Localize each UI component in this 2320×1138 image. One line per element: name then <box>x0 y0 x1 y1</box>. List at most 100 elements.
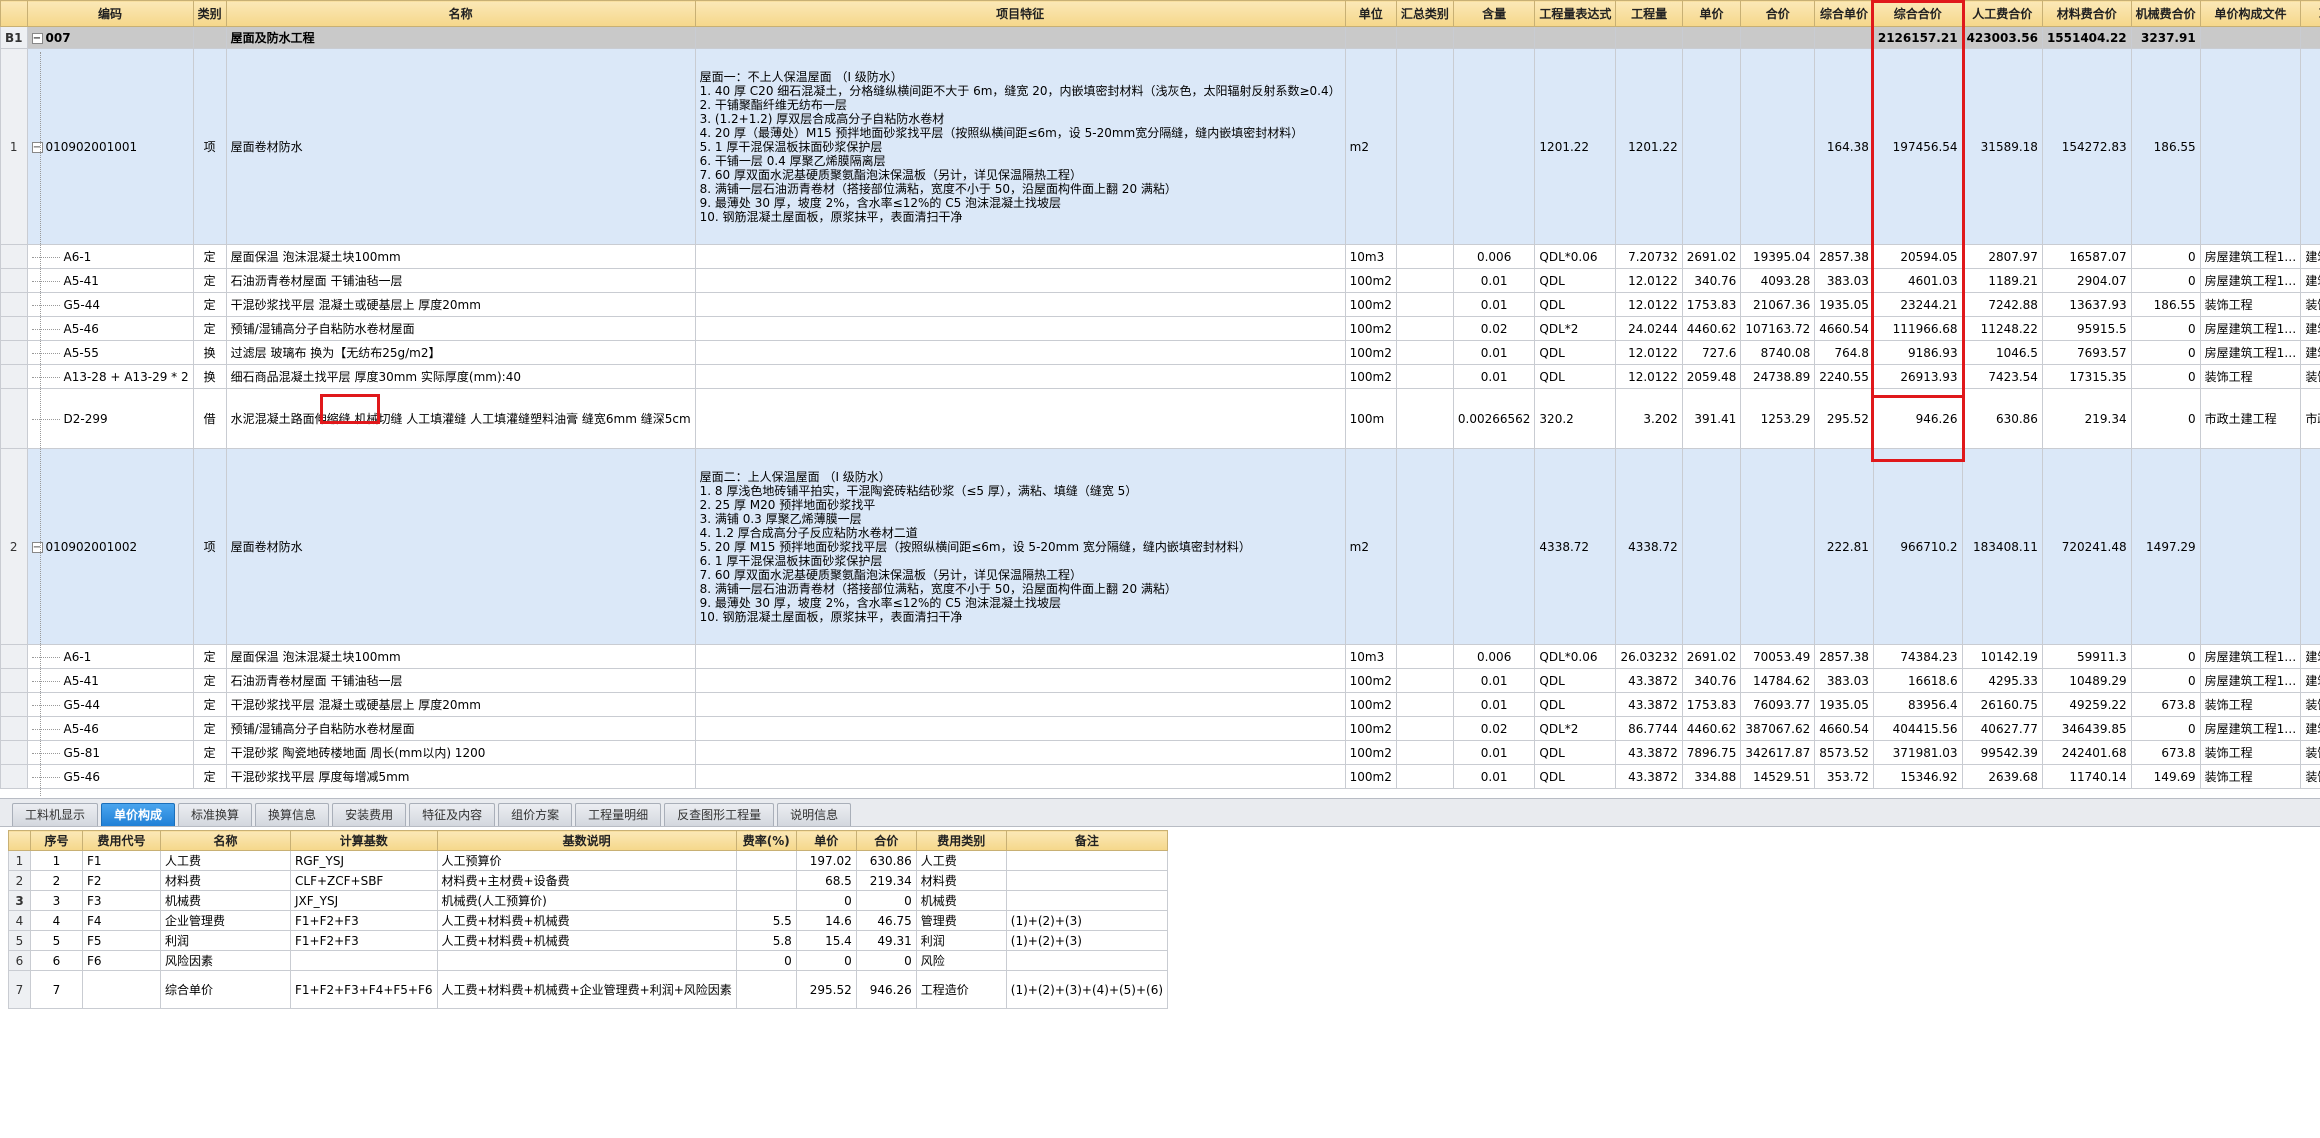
type-cell[interactable]: 定 <box>192 268 227 293</box>
material-cell[interactable]: 16587.07 <box>2041 244 2132 269</box>
fee-spec-cell[interactable]: 建筑工程12… <box>2300 244 2320 269</box>
unit-total-cell[interactable]: 4660.54 <box>1814 316 1874 341</box>
qty-expr-cell[interactable]: QDL*0.06 <box>1534 244 1617 269</box>
summary-type-cell[interactable] <box>1395 644 1454 669</box>
summary-type-cell[interactable] <box>1395 716 1454 741</box>
seq-cell[interactable]: 6 <box>30 950 83 971</box>
bill-item-row[interactable]: 1−010902001001 项屋面卷材防水 屋面一：不上人保温屋面 （I 级防水）… <box>0 48 2320 245</box>
labor-cell[interactable]: 1189.21 <box>1961 268 2043 293</box>
labor-cell[interactable]: 4295.33 <box>1961 668 2043 693</box>
quota-row[interactable]: A5-41 定石油沥青卷材屋面 干铺油毡一层 100m2 0.01 QDL 43.3872… <box>0 668 2320 693</box>
total-cell[interactable]: 197456.54 <box>1872 48 1963 245</box>
sub-price-cell[interactable]: 15.4 <box>795 930 857 951</box>
name-cell[interactable]: 干混砂浆找平层 厚度每增减5mm <box>225 764 696 789</box>
sub-remark-cell[interactable] <box>1005 870 1169 891</box>
labor-cell[interactable]: 7423.54 <box>1961 364 2043 389</box>
qty-cell[interactable]: 1201.22 <box>1615 48 1683 245</box>
type-cell[interactable]: 定 <box>192 644 227 669</box>
total-cell[interactable]: 74384.23 <box>1872 644 1963 669</box>
unit-cell[interactable]: 100m <box>1344 388 1397 449</box>
sub-column-header-9[interactable]: 备注 <box>1005 830 1169 851</box>
qty-cell[interactable]: 4338.72 <box>1615 448 1683 645</box>
fee-category-cell[interactable]: 机械费 <box>915 890 1007 911</box>
sub-price-cell[interactable]: 295.52 <box>795 970 857 1009</box>
content-cell[interactable]: 0.01 <box>1452 292 1536 317</box>
material-cell[interactable]: 13637.93 <box>2041 292 2132 317</box>
code-cell[interactable]: A5-41 <box>26 268 194 293</box>
price-file-cell[interactable]: 房屋建筑工程1… <box>2199 716 2302 741</box>
qty-expr-cell[interactable]: 1201.22 <box>1534 48 1617 245</box>
feature-cell[interactable] <box>694 716 1346 741</box>
rate-cell[interactable]: 5.5 <box>735 910 797 931</box>
seq-cell[interactable]: 1 <box>30 850 83 871</box>
feature-cell[interactable] <box>694 340 1346 365</box>
name-cell[interactable]: 石油沥青卷材屋面 干铺油毡一层 <box>225 668 696 693</box>
quota-row[interactable]: G5-81 定干混砂浆 陶瓷地砖楼地面 周长(mm以内) 1200 100m2 0.0… <box>0 740 2320 765</box>
qty-expr-cell[interactable]: QDL <box>1534 764 1617 789</box>
price-composition-row[interactable]: 7 7 综合单价 F1+F2+F3+F4+F5+F6 人工费+材料费+机械费+企业管理费… <box>8 970 1169 1009</box>
content-cell[interactable]: 0.02 <box>1452 316 1536 341</box>
sub-column-header-3[interactable]: 计算基数 <box>290 830 438 851</box>
amount-cell[interactable]: 19395.04 <box>1740 244 1816 269</box>
unit-cell[interactable]: 100m2 <box>1344 716 1397 741</box>
rate-cell[interactable]: 0 <box>735 950 797 971</box>
column-header-3[interactable]: 项目特征 <box>694 0 1346 27</box>
feature-cell[interactable]: 屋面二：上人保温屋面 （I 级防水） 1. 8 厚浅色地砖铺平拍实，干混陶瓷砖粘结… <box>694 448 1346 645</box>
unit-total-cell[interactable]: 383.03 <box>1814 268 1874 293</box>
labor-cell[interactable]: 31589.18 <box>1961 48 2043 245</box>
tab-6[interactable]: 组价方案 <box>498 803 573 826</box>
type-cell[interactable]: 定 <box>192 764 227 789</box>
price-file-cell[interactable]: 装饰工程 <box>2199 740 2302 765</box>
price-cell[interactable]: 1753.83 <box>1681 292 1742 317</box>
unit-total-cell[interactable]: 2857.38 <box>1814 644 1874 669</box>
column-header-15[interactable]: 机械费合价 <box>2130 0 2201 27</box>
price-cell[interactable] <box>1681 48 1742 245</box>
sub-remark-cell[interactable] <box>1005 950 1169 971</box>
material-cell[interactable]: 11740.14 <box>2041 764 2132 789</box>
material-cell[interactable]: 10489.29 <box>2041 668 2132 693</box>
code-cell[interactable]: −010902001001 <box>26 48 194 245</box>
material-cell[interactable]: 95915.5 <box>2041 316 2132 341</box>
price-composition-row[interactable]: 3 3 F3 机械费 JXF_YSJ 机械费(人工预算价) 0 0 机械费 <box>8 890 1169 911</box>
summary-type-cell[interactable] <box>1395 244 1454 269</box>
code-cell[interactable]: G5-44 <box>26 292 194 317</box>
calc-base-cell[interactable]: F1+F2+F3 <box>290 910 438 931</box>
code-cell[interactable]: A5-46 <box>26 316 194 341</box>
price-file-cell[interactable]: 房屋建筑工程1… <box>2199 340 2302 365</box>
column-header-5[interactable]: 汇总类别 <box>1395 0 1454 27</box>
content-cell[interactable] <box>1452 448 1536 645</box>
column-header-2[interactable]: 名称 <box>225 0 696 27</box>
column-header-0[interactable]: 编码 <box>26 0 194 27</box>
fee-spec-cell[interactable]: 建筑工程12… <box>2300 644 2320 669</box>
price-cell[interactable]: 4460.62 <box>1681 316 1742 341</box>
quota-row[interactable]: G5-46 定干混砂浆找平层 厚度每增减5mm 100m2 0.01 QDL 43.387… <box>0 764 2320 789</box>
price-composition-row[interactable]: 6 6 F6 风险因素 0 0 0 风险 <box>8 950 1169 971</box>
column-header-17[interactable]: 取费专业 <box>2300 0 2320 27</box>
content-cell[interactable]: 0.006 <box>1452 244 1536 269</box>
name-cell[interactable]: 预铺/湿铺高分子自粘防水卷材屋面 <box>225 716 696 741</box>
price-composition-row[interactable]: 4 4 F4 企业管理费 F1+F2+F3 人工费+材料费+机械费 5.5 14.6 46.75… <box>8 910 1169 931</box>
price-cell[interactable] <box>1681 448 1742 645</box>
fee-spec-cell[interactable]: 装饰工程 <box>2300 740 2320 765</box>
qty-cell[interactable]: 12.0122 <box>1615 364 1683 389</box>
unit-total-cell[interactable]: 295.52 <box>1814 388 1874 449</box>
code-cell[interactable]: G5-46 <box>26 764 194 789</box>
qty-cell[interactable]: 12.0122 <box>1615 292 1683 317</box>
sub-amount-cell[interactable]: 946.26 <box>855 970 917 1009</box>
fee-spec-cell[interactable] <box>2300 48 2320 245</box>
amount-cell[interactable]: 14529.51 <box>1740 764 1816 789</box>
qty-expr-cell[interactable]: QDL <box>1534 340 1617 365</box>
tab-5[interactable]: 特征及内容 <box>409 803 496 826</box>
summary-type-cell[interactable] <box>1395 316 1454 341</box>
machine-cell[interactable]: 0 <box>2130 244 2201 269</box>
fee-category-cell[interactable]: 管理费 <box>915 910 1007 931</box>
fee-spec-cell[interactable]: 建筑工程12… <box>2300 716 2320 741</box>
content-cell[interactable]: 0.01 <box>1452 364 1536 389</box>
qty-cell[interactable]: 12.0122 <box>1615 268 1683 293</box>
name-cell[interactable]: 干混砂浆 陶瓷地砖楼地面 周长(mm以内) 1200 <box>225 740 696 765</box>
content-cell[interactable] <box>1452 48 1536 245</box>
sub-amount-cell[interactable]: 0 <box>855 950 917 971</box>
amount-cell[interactable]: 21067.36 <box>1740 292 1816 317</box>
fee-category-cell[interactable]: 风险 <box>915 950 1007 971</box>
column-header-1[interactable]: 类别 <box>192 0 227 27</box>
